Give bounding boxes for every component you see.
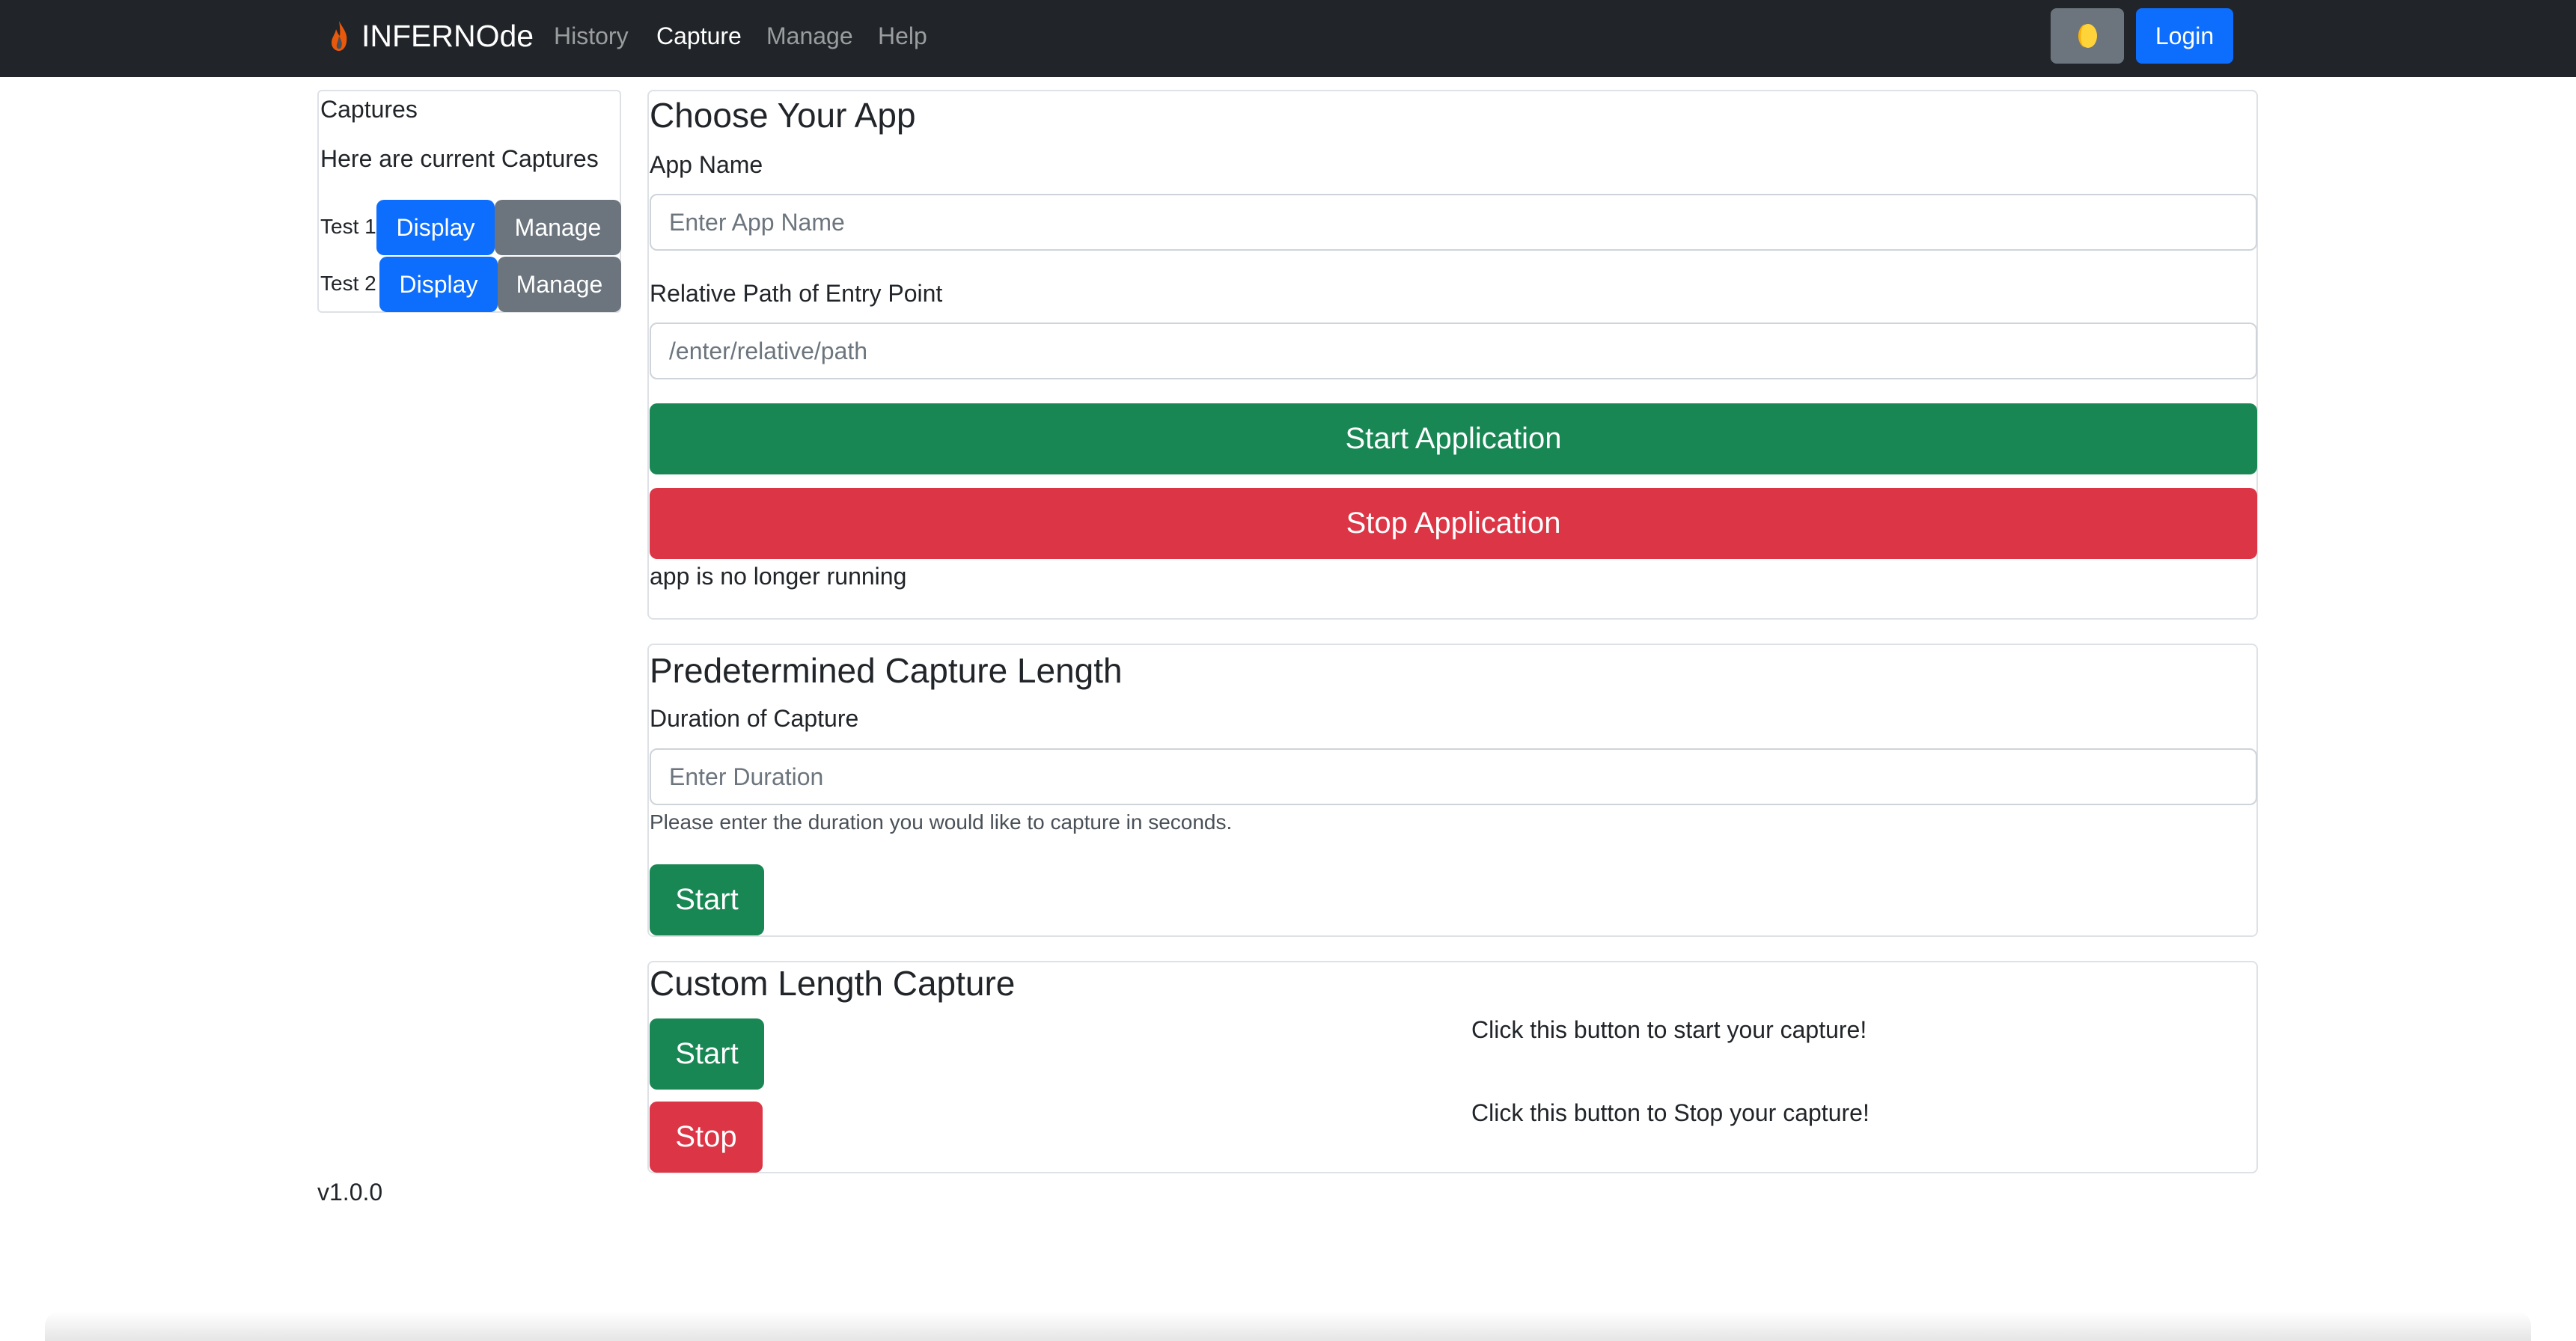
version-label: v1.0.0 [317, 1179, 383, 1206]
nav-link-manage[interactable]: Manage [766, 19, 853, 52]
start-application-button[interactable]: Start Application [650, 403, 2257, 474]
moon-icon [2078, 24, 2097, 48]
custom-capture-title: Custom Length Capture [650, 964, 1016, 1003]
start-capture-hint: Click this button to start your capture! [1471, 1016, 1867, 1043]
manage-capture-button[interactable]: Manage [498, 257, 621, 312]
top-navbar: INFERNOde History Capture Manage Help Lo… [0, 0, 2576, 77]
stop-capture-button[interactable]: Stop [650, 1102, 763, 1173]
capture-label: Test 1 [320, 215, 376, 238]
capture-label: Test 2 [320, 272, 376, 295]
start-timed-capture-button[interactable]: Start [650, 864, 764, 935]
sidebar-title: Captures [320, 96, 418, 123]
app-name-input[interactable] [650, 194, 2257, 251]
entry-path-input[interactable] [650, 323, 2257, 379]
entry-path-label: Relative Path of Entry Point [650, 280, 943, 307]
brand-name[interactable]: INFERNOde [361, 16, 534, 55]
duration-help-text: Please enter the duration you would like… [650, 810, 1233, 834]
theme-toggle-button[interactable] [2051, 8, 2124, 64]
display-capture-button[interactable]: Display [379, 257, 498, 312]
duration-input[interactable] [650, 748, 2257, 805]
display-capture-button[interactable]: Display [376, 200, 495, 255]
predetermined-capture-title: Predetermined Capture Length [650, 651, 1123, 690]
captures-sidebar: Captures Here are current Captures Test … [317, 90, 621, 313]
stop-capture-hint: Click this button to Stop your capture! [1471, 1099, 1870, 1126]
start-capture-button[interactable]: Start [650, 1018, 764, 1090]
custom-capture-card: Custom Length Capture Start Click this b… [647, 961, 2258, 1173]
predetermined-capture-card: Predetermined Capture Length Duration of… [647, 644, 2258, 937]
bottom-shadow [45, 1311, 2531, 1341]
login-button[interactable]: Login [2136, 8, 2233, 64]
duration-label: Duration of Capture [650, 705, 859, 732]
nav-link-history[interactable]: History [554, 19, 629, 52]
nav-link-help[interactable]: Help [878, 19, 927, 52]
stop-application-button[interactable]: Stop Application [650, 488, 2257, 559]
choose-app-title: Choose Your App [650, 96, 916, 135]
app-status-text: app is no longer running [650, 563, 907, 590]
flame-logo-icon [332, 21, 347, 51]
app-name-label: App Name [650, 151, 763, 178]
sidebar-subtitle: Here are current Captures [320, 145, 599, 172]
choose-app-card: Choose Your App App Name Relative Path o… [647, 90, 2258, 620]
manage-capture-button[interactable]: Manage [495, 200, 621, 255]
nav-link-capture[interactable]: Capture [656, 19, 742, 52]
